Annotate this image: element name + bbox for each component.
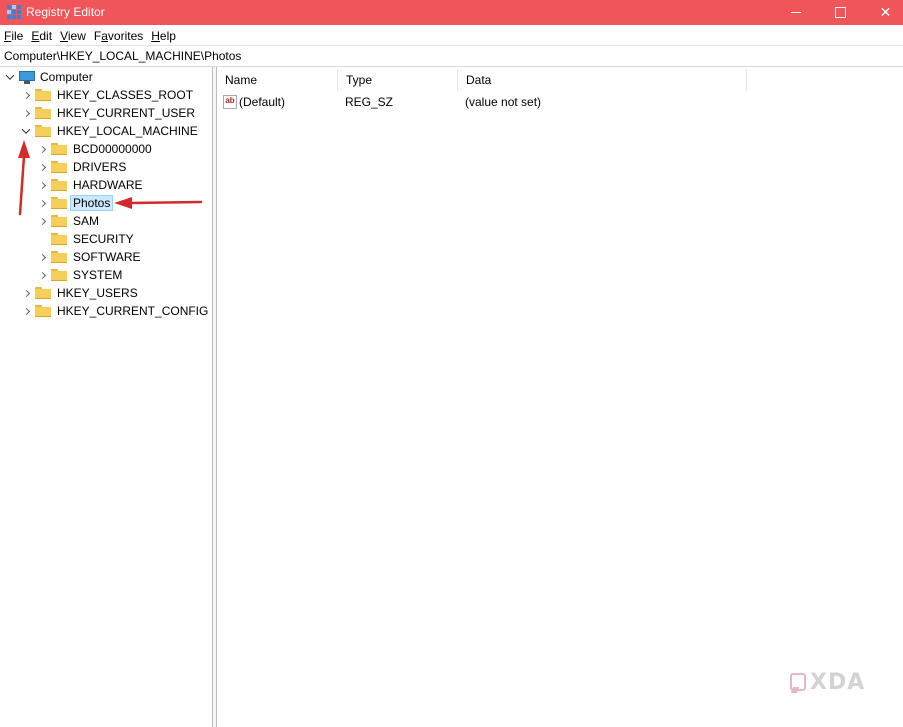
chevron-right-icon[interactable] bbox=[37, 180, 47, 190]
minimize-icon bbox=[790, 12, 801, 13]
chevron-down-icon[interactable] bbox=[21, 126, 31, 136]
folder-icon bbox=[35, 305, 51, 317]
folder-icon bbox=[51, 143, 67, 155]
value-name-cell: ab (Default) bbox=[223, 93, 285, 111]
chevron-down-icon[interactable] bbox=[5, 72, 15, 82]
folder-icon bbox=[51, 251, 67, 263]
tree-node-security[interactable]: SECURITY bbox=[37, 230, 134, 248]
tree-node-system[interactable]: SYSTEM bbox=[37, 266, 122, 284]
value-data: (value not set) bbox=[465, 95, 542, 109]
menu-separator bbox=[0, 45, 903, 46]
column-header-data[interactable]: Data bbox=[458, 69, 747, 91]
menu-favorites[interactable]: Favorites bbox=[94, 29, 143, 43]
window-title: Registry Editor bbox=[26, 5, 105, 19]
tree-node-label: BCD00000000 bbox=[73, 142, 152, 156]
value-type: REG_SZ bbox=[345, 95, 394, 109]
folder-icon bbox=[35, 287, 51, 299]
folder-icon bbox=[35, 107, 51, 119]
column-header-name[interactable]: Name bbox=[217, 69, 338, 91]
folder-icon bbox=[35, 89, 51, 101]
close-button[interactable]: ✕ bbox=[863, 0, 903, 25]
values-list[interactable]: Name Type Data ab (Default) REG_SZ (valu… bbox=[217, 67, 903, 727]
chevron-right-icon[interactable] bbox=[21, 306, 31, 316]
tree-node-drivers[interactable]: DRIVERS bbox=[37, 158, 126, 176]
chevron-right-icon[interactable] bbox=[21, 108, 31, 118]
tree-node-sam[interactable]: SAM bbox=[37, 212, 99, 230]
string-value-icon: ab bbox=[223, 95, 237, 109]
column-header-type[interactable]: Type bbox=[338, 69, 458, 91]
folder-icon bbox=[51, 161, 67, 173]
minimize-button[interactable] bbox=[773, 0, 818, 25]
tree-node-label: SAM bbox=[73, 214, 100, 228]
value-name: (Default) bbox=[239, 95, 286, 109]
tree-node-computer[interactable]: Computer bbox=[5, 68, 93, 86]
chevron-right-icon[interactable] bbox=[37, 216, 47, 226]
tree-node-photos[interactable]: Photos bbox=[37, 194, 114, 212]
chevron-right-icon[interactable] bbox=[37, 198, 47, 208]
chevron-right-icon[interactable] bbox=[37, 270, 47, 280]
folder-icon bbox=[51, 179, 67, 191]
tree-node-hardware[interactable]: HARDWARE bbox=[37, 176, 143, 194]
tree-node-label: HKEY_USERS bbox=[57, 286, 138, 300]
tree-node-label: SOFTWARE bbox=[73, 250, 141, 264]
xda-logo-text: XDA bbox=[810, 669, 866, 695]
tree-node-hkey-local-machine[interactable]: HKEY_LOCAL_MACHINE bbox=[21, 122, 198, 140]
tree-node-label: HKEY_CURRENT_CONFIG bbox=[57, 304, 209, 318]
folder-icon bbox=[51, 269, 67, 281]
xda-watermark: XDA bbox=[788, 669, 870, 695]
registry-editor-app-icon bbox=[7, 5, 21, 19]
menu-view[interactable]: View bbox=[60, 29, 86, 43]
tree-node-label: Computer bbox=[40, 70, 93, 84]
tree-node-label: HKEY_CLASSES_ROOT bbox=[57, 88, 194, 102]
folder-icon bbox=[51, 197, 67, 209]
tree-node-label: DRIVERS bbox=[73, 160, 127, 174]
value-row-default[interactable]: ab (Default) REG_SZ (value not set) bbox=[217, 93, 903, 111]
chevron-right-icon[interactable] bbox=[21, 288, 31, 298]
menu-edit[interactable]: Edit bbox=[31, 29, 52, 43]
computer-icon bbox=[19, 70, 35, 84]
tree-node-hkey-current-config[interactable]: HKEY_CURRENT_CONFIG bbox=[21, 302, 208, 320]
menu-help[interactable]: Help bbox=[151, 29, 176, 43]
tree-node-label: HARDWARE bbox=[73, 178, 143, 192]
registry-tree[interactable]: Computer HKEY_CLASSES_ROOT HKEY_CURRENT_… bbox=[0, 67, 213, 727]
tree-node-software[interactable]: SOFTWARE bbox=[37, 248, 141, 266]
menu-file[interactable]: File bbox=[4, 29, 23, 43]
tree-node-label: SYSTEM bbox=[73, 268, 123, 282]
chevron-right-icon[interactable] bbox=[21, 90, 31, 100]
maximize-icon bbox=[835, 7, 846, 18]
tree-node-label-selected: Photos bbox=[70, 195, 114, 211]
tree-node-hkey-current-user[interactable]: HKEY_CURRENT_USER bbox=[21, 104, 195, 122]
tree-node-label: HKEY_LOCAL_MACHINE bbox=[57, 124, 198, 138]
chevron-right-icon[interactable] bbox=[37, 144, 47, 154]
close-icon: ✕ bbox=[879, 4, 892, 20]
xda-logo-icon bbox=[788, 671, 806, 693]
maximize-button[interactable] bbox=[818, 0, 863, 25]
tree-node-label: SECURITY bbox=[73, 232, 134, 246]
folder-icon bbox=[35, 125, 51, 137]
tree-node-hkey-users[interactable]: HKEY_USERS bbox=[21, 284, 138, 302]
title-bar: Registry Editor ✕ bbox=[0, 0, 903, 25]
menu-bar: File Edit View Favorites Help bbox=[0, 26, 903, 45]
tree-node-label: HKEY_CURRENT_USER bbox=[57, 106, 196, 120]
address-bar[interactable]: Computer\HKEY_LOCAL_MACHINE\Photos bbox=[0, 47, 903, 66]
chevron-right-icon[interactable] bbox=[37, 252, 47, 262]
tree-node-bcd00000000[interactable]: BCD00000000 bbox=[37, 140, 152, 158]
folder-icon bbox=[51, 215, 67, 227]
chevron-right-icon[interactable] bbox=[37, 162, 47, 172]
folder-icon bbox=[51, 233, 67, 245]
tree-node-hkey-classes-root[interactable]: HKEY_CLASSES_ROOT bbox=[21, 86, 193, 104]
